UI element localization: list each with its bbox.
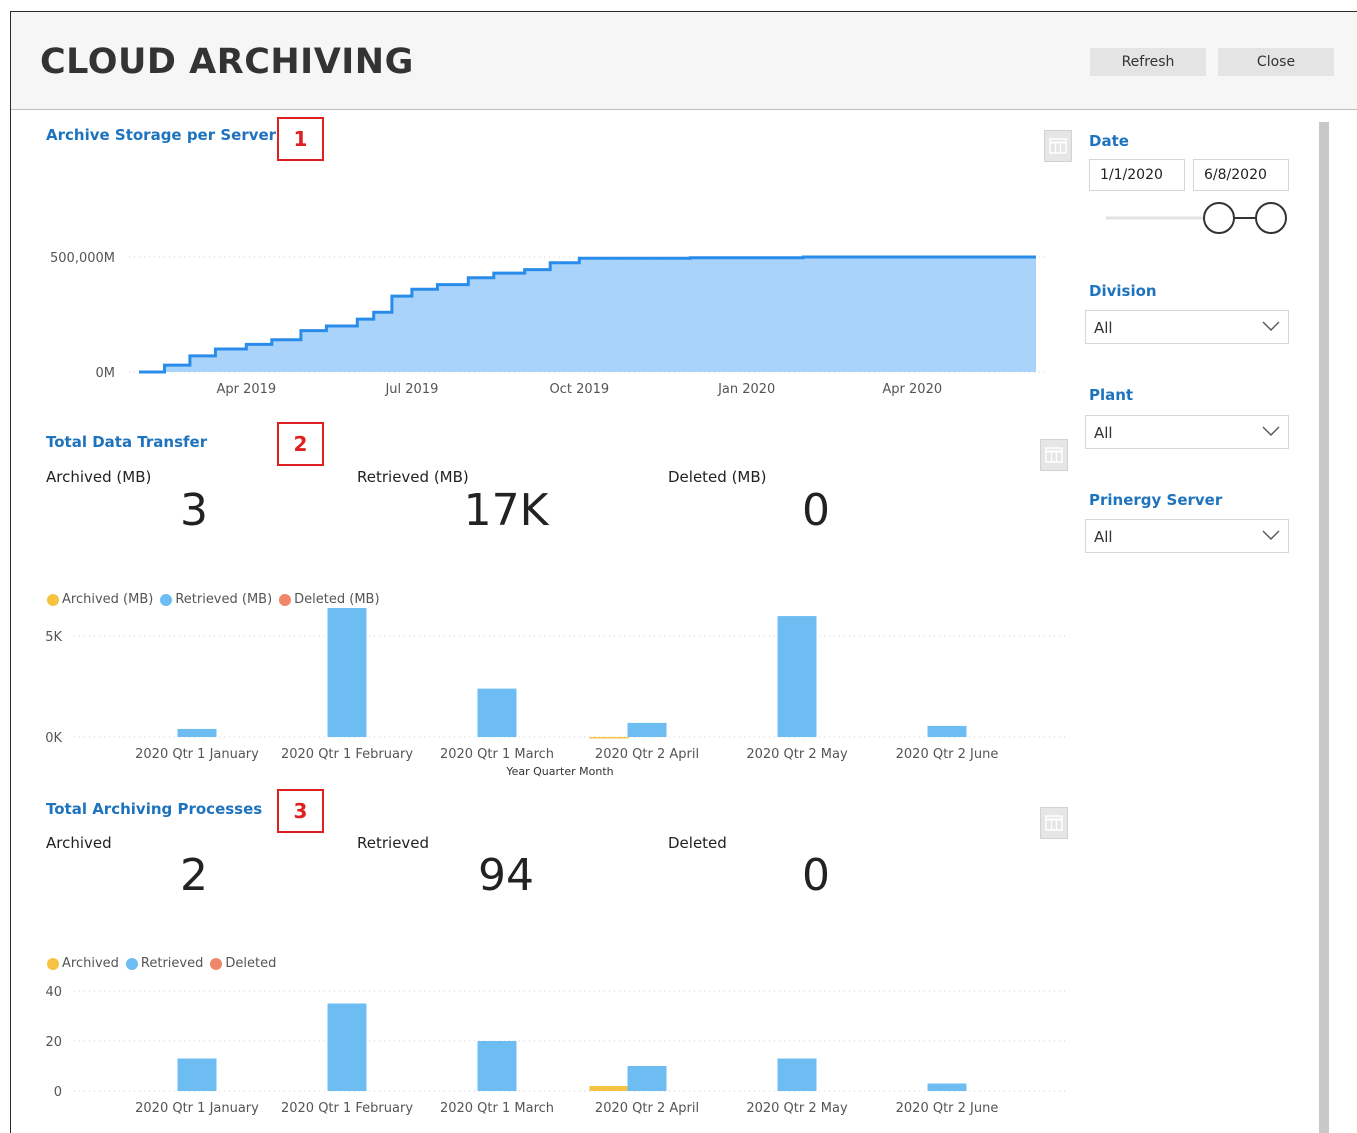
plant-slicer-label: Plant xyxy=(1089,386,1134,404)
server-dropdown[interactable]: All xyxy=(1085,519,1289,553)
plant-dropdown[interactable]: All xyxy=(1085,415,1289,449)
chevron-down-icon xyxy=(1262,426,1280,436)
division-dropdown-value: All xyxy=(1094,319,1113,337)
report-window: CLOUD ARCHIVING Refresh Close Archive St… xyxy=(10,11,1357,1133)
date-slicer-label: Date xyxy=(1089,132,1129,150)
vertical-scrollbar[interactable] xyxy=(1319,122,1329,1133)
bar xyxy=(327,1003,367,1091)
server-slicer-label: Prinergy Server xyxy=(1089,491,1223,509)
bar xyxy=(589,1086,629,1091)
date-start-input[interactable]: 1/1/2020 xyxy=(1089,159,1185,191)
x-tick-label: 2020 Qtr 2 May xyxy=(746,1101,848,1116)
bar xyxy=(927,1083,967,1091)
y-tick-label: 0 xyxy=(54,1085,62,1100)
x-tick-label: 2020 Qtr 1 February xyxy=(281,1101,413,1116)
bar xyxy=(177,1058,217,1091)
y-tick-label: 40 xyxy=(45,985,62,1000)
y-tick-label: 20 xyxy=(45,1035,62,1050)
bar xyxy=(777,1058,817,1091)
chevron-down-icon xyxy=(1262,321,1280,331)
bar xyxy=(477,1041,517,1091)
division-dropdown[interactable]: All xyxy=(1085,310,1289,344)
slider-end-handle[interactable] xyxy=(1255,202,1287,234)
x-tick-label: 2020 Qtr 2 June xyxy=(896,1101,999,1116)
slider-start-handle[interactable] xyxy=(1203,202,1235,234)
chevron-down-icon xyxy=(1262,530,1280,540)
date-end-input[interactable]: 6/8/2020 xyxy=(1193,159,1289,191)
server-dropdown-value: All xyxy=(1094,528,1113,546)
x-tick-label: 2020 Qtr 1 January xyxy=(135,1101,259,1116)
x-tick-label: 2020 Qtr 1 March xyxy=(440,1101,554,1116)
division-slicer-label: Division xyxy=(1089,282,1157,300)
archiving-processes-chart: 40 20 0 2020 Qtr 1 January 2020 Qtr 1 Februa… xyxy=(45,985,1066,1116)
plant-dropdown-value: All xyxy=(1094,424,1113,442)
x-tick-label: 2020 Qtr 2 April xyxy=(595,1101,699,1116)
bar xyxy=(627,1066,667,1091)
date-range-slider[interactable] xyxy=(1101,202,1291,238)
close-button[interactable]: Close xyxy=(1218,48,1334,76)
